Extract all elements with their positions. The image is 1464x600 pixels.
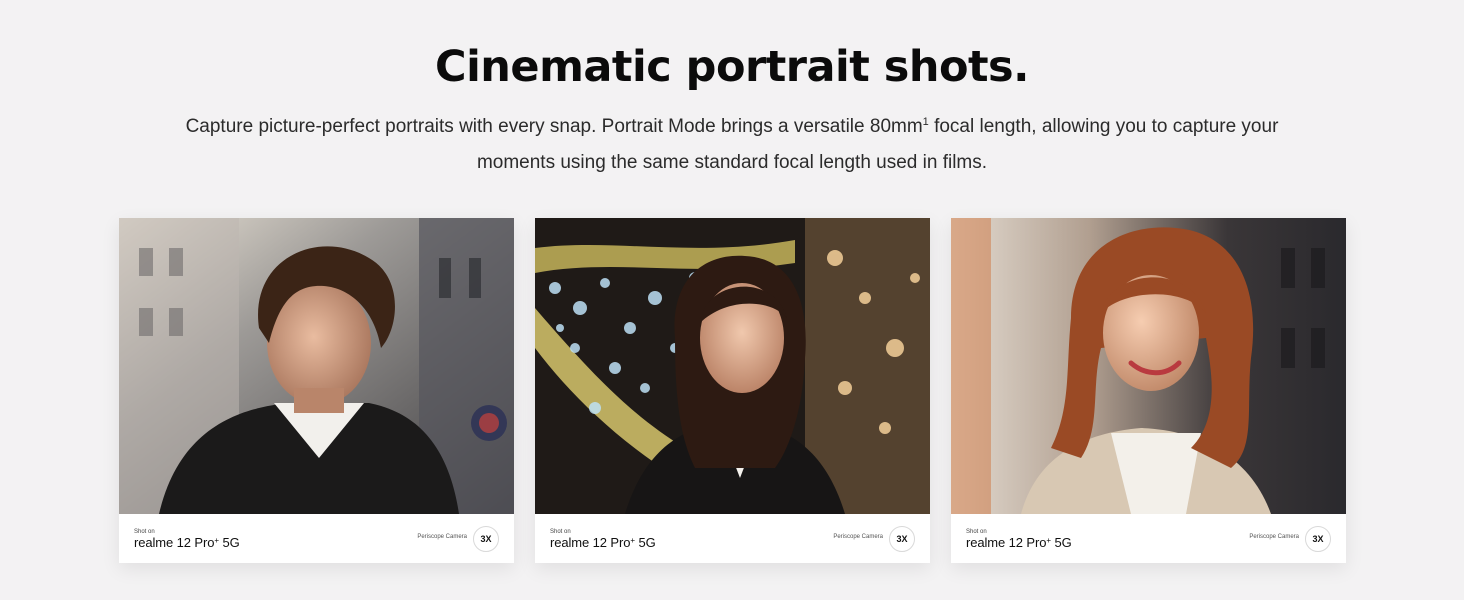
portrait-photo-man-city-icon (119, 218, 514, 514)
zoom-badge: 3X (1305, 526, 1331, 552)
camera-label: Periscope Camera (417, 534, 467, 540)
photo-caption-2: Shot on realme 12 Pro+ 5G Periscope Came… (535, 514, 930, 563)
description-text-b: focal length, allowing you to capture yo… (928, 116, 1279, 137)
zoom-badge: 3X (889, 526, 915, 552)
section-description: Capture picture-perfect portraits with e… (170, 104, 1294, 181)
description-text-c: moments using the same standard focal le… (476, 152, 988, 173)
photo-caption-3: Shot on realme 12 Pro+ 5G Periscope Came… (951, 514, 1346, 563)
portrait-photo-woman-bokeh-icon (535, 218, 930, 514)
description-text-a: Capture picture-perfect portraits with e… (185, 116, 923, 137)
camera-label: Periscope Camera (1249, 534, 1299, 540)
device-name: realme 12 Pro+ 5G (966, 535, 1072, 550)
section-title: Cinematic portrait shots. (435, 42, 1029, 92)
photo-card-1: Shot on realme 12 Pro+ 5G Periscope Came… (119, 218, 514, 563)
zoom-badge: 3X (473, 526, 499, 552)
photo-caption-1: Shot on realme 12 Pro+ 5G Periscope Came… (119, 514, 514, 563)
photo-card-2: Shot on realme 12 Pro+ 5G Periscope Came… (535, 218, 930, 563)
photo-card-3: Shot on realme 12 Pro+ 5G Periscope Came… (951, 218, 1346, 563)
portrait-photo-woman-sunlight-icon (951, 218, 1346, 514)
device-name: realme 12 Pro+ 5G (550, 535, 656, 550)
camera-label: Periscope Camera (833, 534, 883, 540)
portrait-section: Cinematic portrait shots. Capture pictur… (0, 0, 1464, 600)
device-name: realme 12 Pro+ 5G (134, 535, 240, 550)
